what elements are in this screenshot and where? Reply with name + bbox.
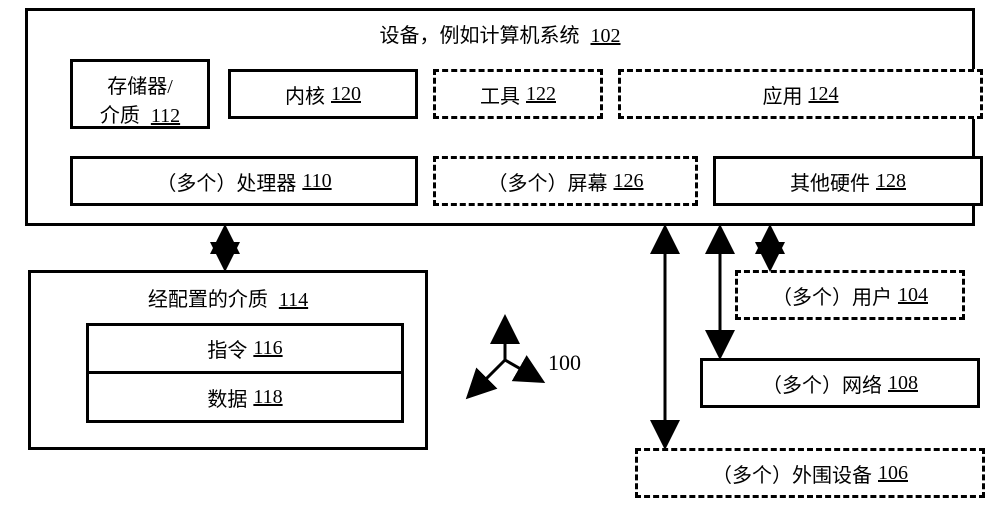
- configured-medium-box: 经配置的介质 114 指令 116 数据 118: [28, 270, 428, 450]
- processors-label: （多个）处理器: [156, 167, 296, 196]
- screens-box: （多个）屏幕 126: [433, 156, 698, 206]
- tools-num: 122: [526, 83, 556, 106]
- configured-medium-title: 经配置的介质 114: [31, 283, 425, 312]
- networks-num: 108: [888, 372, 918, 395]
- apps-box: 应用 124: [618, 69, 983, 119]
- device-num: 102: [591, 25, 621, 47]
- kernel-label: 内核: [285, 80, 325, 109]
- data-label: 数据: [207, 383, 247, 412]
- configured-medium-label: 经配置的介质: [148, 283, 268, 312]
- processors-box: （多个）处理器 110: [70, 156, 418, 206]
- memory-num: 112: [151, 105, 180, 127]
- other-hardware-num: 128: [876, 170, 906, 193]
- kernel-num: 120: [331, 83, 361, 106]
- device-title: 设备，例如计算机系统 102: [28, 19, 972, 48]
- networks-box: （多个）网络 108: [700, 358, 980, 408]
- configured-medium-num: 114: [279, 289, 308, 311]
- other-hardware-label: 其他硬件: [790, 167, 870, 196]
- tools-label: 工具: [480, 80, 520, 109]
- apps-label: 应用: [763, 80, 803, 109]
- users-num: 104: [898, 284, 928, 307]
- screens-label: （多个）屏幕: [488, 167, 608, 196]
- instructions-label: 指令: [207, 334, 247, 363]
- screens-num: 126: [614, 170, 644, 193]
- peripherals-num: 106: [878, 462, 908, 485]
- kernel-box: 内核 120: [228, 69, 418, 119]
- processors-num: 110: [302, 170, 331, 193]
- instructions-num: 116: [253, 337, 282, 360]
- data-num: 118: [253, 386, 282, 409]
- apps-num: 124: [809, 83, 839, 106]
- memory-label-line1: 存储器/: [73, 70, 207, 99]
- peripherals-box: （多个）外围设备 106: [635, 448, 985, 498]
- memory-box: 存储器/ 介质 112: [70, 59, 210, 129]
- device-box: 设备，例如计算机系统 102 存储器/ 介质 112 内核 120 工具 122…: [25, 8, 975, 226]
- compass-icon: [470, 320, 540, 395]
- figure-number: 100: [548, 350, 581, 376]
- networks-label: （多个）网络: [762, 369, 882, 398]
- instructions-box: 指令 116: [86, 323, 404, 373]
- data-box: 数据 118: [86, 373, 404, 423]
- users-label: （多个）用户: [772, 281, 892, 310]
- memory-label-text: 介质: [100, 105, 140, 127]
- peripherals-label: （多个）外围设备: [712, 459, 872, 488]
- device-label: 设备，例如计算机系统: [380, 19, 580, 48]
- tools-box: 工具 122: [433, 69, 603, 119]
- other-hardware-box: 其他硬件 128: [713, 156, 983, 206]
- memory-label-line2: 介质 112: [73, 99, 207, 128]
- users-box: （多个）用户 104: [735, 270, 965, 320]
